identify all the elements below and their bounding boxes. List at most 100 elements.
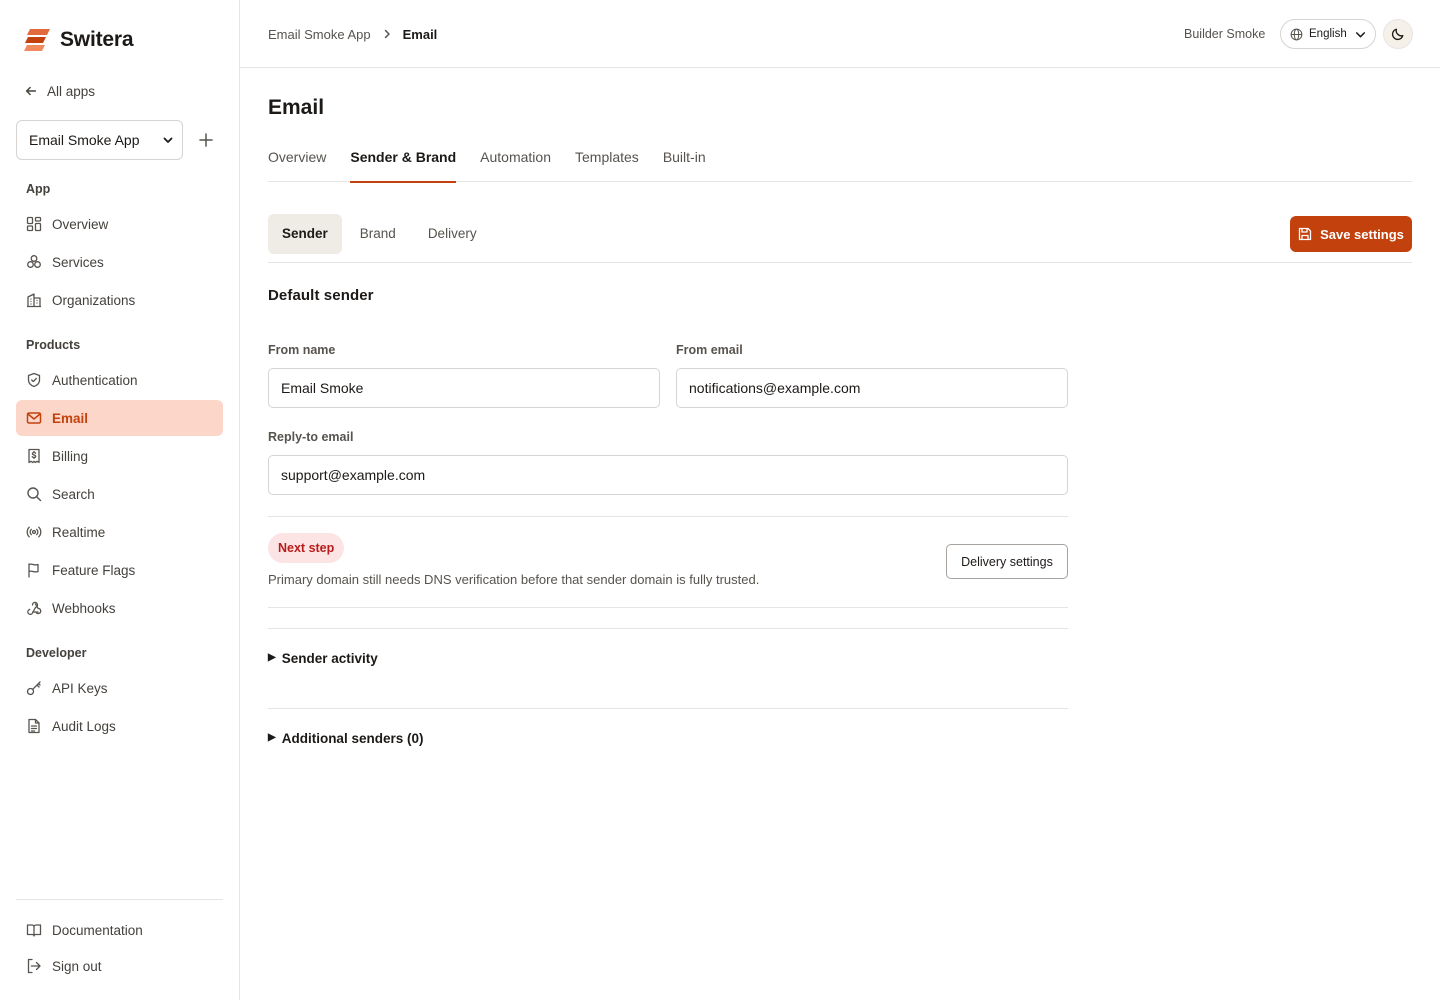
- mail-icon: [26, 412, 42, 424]
- sidebar-item-label: Billing: [52, 448, 89, 464]
- sidebar-item-label: Webhooks: [52, 600, 116, 616]
- from-name-label: From name: [268, 343, 336, 357]
- sender-activity-toggle[interactable]: ▶ Sender activity: [268, 648, 378, 668]
- receipt-icon: [28, 448, 40, 464]
- divider: [268, 516, 1068, 517]
- sidebar-item-sign-out[interactable]: Sign out: [16, 948, 223, 984]
- all-apps-link[interactable]: All apps: [24, 80, 95, 102]
- sender-activity-label: Sender activity: [281, 650, 378, 666]
- sidebar: Switera All apps Email Smoke App App Ove…: [0, 0, 240, 1000]
- tab-overview[interactable]: Overview: [268, 140, 326, 182]
- from-name-input[interactable]: [268, 368, 660, 408]
- tab-sender-brand[interactable]: Sender & Brand: [350, 140, 456, 183]
- add-app-button[interactable]: [196, 130, 216, 150]
- subtab-brand[interactable]: Brand: [346, 214, 410, 254]
- sidebar-item-realtime[interactable]: Realtime: [16, 514, 223, 550]
- sidebar-item-billing[interactable]: Billing: [16, 438, 223, 474]
- sidebar-item-authentication[interactable]: Authentication: [16, 362, 223, 398]
- subtab-sender[interactable]: Sender: [268, 214, 342, 254]
- brand-name: Switera: [60, 28, 134, 51]
- moon-icon: [1391, 28, 1404, 41]
- user-name[interactable]: Builder Smoke: [1184, 24, 1265, 44]
- sidebar-item-label: Audit Logs: [52, 718, 116, 734]
- breadcrumb-current: Email: [402, 26, 438, 42]
- disclosure-triangle-icon: ▶: [268, 652, 276, 663]
- services-icon: [27, 255, 41, 268]
- sidebar-item-email[interactable]: Email: [16, 400, 223, 436]
- sidebar-item-feature-flags[interactable]: Feature Flags: [16, 552, 223, 588]
- sidebar-item-organizations[interactable]: Organizations: [16, 282, 223, 318]
- sidebar-item-label: Organizations: [52, 292, 136, 308]
- chevron-down-icon: [1355, 31, 1366, 37]
- delivery-settings-button[interactable]: Delivery settings: [946, 544, 1068, 579]
- section-label-developer: Developer: [26, 646, 87, 660]
- chevron-right-icon: [384, 29, 390, 39]
- reply-to-input[interactable]: [268, 455, 1068, 495]
- sidebar-item-label: Sign out: [52, 958, 102, 974]
- sidebar-item-label: Realtime: [52, 524, 106, 540]
- sidebar-item-label: Email: [52, 410, 89, 426]
- sidebar-item-webhooks[interactable]: Webhooks: [16, 590, 223, 626]
- section-title: Default sender: [268, 287, 374, 304]
- reply-to-label: Reply-to email: [268, 430, 354, 444]
- webhook-icon: [27, 601, 42, 615]
- broadcast-icon: [26, 526, 42, 538]
- tab-templates[interactable]: Templates: [575, 140, 639, 182]
- sidebar-item-api-keys[interactable]: API Keys: [16, 670, 223, 706]
- sidebar-item-label: Overview: [52, 216, 109, 232]
- tab-automation[interactable]: Automation: [480, 140, 551, 182]
- file-icon: [28, 718, 40, 734]
- divider: [268, 708, 1068, 709]
- shield-icon: [27, 372, 41, 388]
- divider: [268, 607, 1068, 608]
- subtab-group: Sender Brand Delivery: [268, 214, 491, 254]
- sidebar-item-label: Search: [52, 486, 95, 502]
- next-step-badge: Next step: [268, 533, 345, 563]
- key-icon: [26, 681, 41, 696]
- book-icon: [26, 924, 42, 937]
- app-select-value: Email Smoke App: [29, 132, 140, 148]
- sidebar-item-search[interactable]: Search: [16, 476, 223, 512]
- flag-icon: [28, 563, 39, 578]
- sidebar-divider: [16, 899, 223, 900]
- section-label-app: App: [26, 182, 51, 196]
- from-email-label: From email: [676, 343, 743, 357]
- language-value: English: [1309, 28, 1347, 40]
- save-settings-label: Save settings: [1320, 226, 1404, 242]
- subtab-delivery[interactable]: Delivery: [414, 214, 491, 254]
- sidebar-item-overview[interactable]: Overview: [16, 206, 223, 242]
- breadcrumb: Email Smoke App Email: [268, 24, 437, 44]
- save-icon: [1298, 227, 1312, 241]
- logout-icon: [27, 958, 41, 974]
- sidebar-item-label: API Keys: [52, 680, 108, 696]
- all-apps-label: All apps: [47, 83, 96, 99]
- switera-logo-icon: [24, 29, 50, 51]
- tabs: Overview Sender & Brand Automation Templ…: [268, 140, 1412, 183]
- save-settings-button[interactable]: Save settings: [1290, 216, 1412, 252]
- sidebar-item-label: Feature Flags: [52, 562, 136, 578]
- brand[interactable]: Switera: [24, 26, 134, 54]
- additional-senders-toggle[interactable]: ▶ Additional senders (0): [268, 728, 423, 748]
- topbar: Email Smoke App Email Builder Smoke Engl…: [240, 0, 1440, 68]
- sidebar-item-services[interactable]: Services: [16, 244, 223, 280]
- grid-icon: [26, 216, 42, 232]
- section-label-products: Products: [26, 338, 81, 352]
- sidebar-item-audit-logs[interactable]: Audit Logs: [16, 708, 223, 744]
- globe-icon: [1290, 28, 1303, 40]
- language-select[interactable]: English: [1280, 19, 1376, 49]
- arrow-left-icon: [25, 86, 37, 96]
- from-email-input[interactable]: [676, 368, 1068, 408]
- tab-built-in[interactable]: Built-in: [663, 140, 706, 182]
- sidebar-item-label: Services: [52, 254, 104, 270]
- breadcrumb-app-link[interactable]: Email Smoke App: [268, 27, 371, 42]
- notice-text: Primary domain still needs DNS verificat…: [268, 572, 760, 587]
- sidebar-item-label: Documentation: [52, 922, 143, 938]
- sidebar-item-documentation[interactable]: Documentation: [16, 912, 223, 948]
- theme-toggle-button[interactable]: [1383, 19, 1413, 49]
- plus-icon: [199, 133, 213, 147]
- page-title: Email: [268, 96, 325, 119]
- divider: [268, 628, 1068, 629]
- app-select[interactable]: Email Smoke App: [16, 120, 183, 160]
- chevron-down-icon: [163, 137, 173, 143]
- disclosure-triangle-icon: ▶: [268, 732, 276, 743]
